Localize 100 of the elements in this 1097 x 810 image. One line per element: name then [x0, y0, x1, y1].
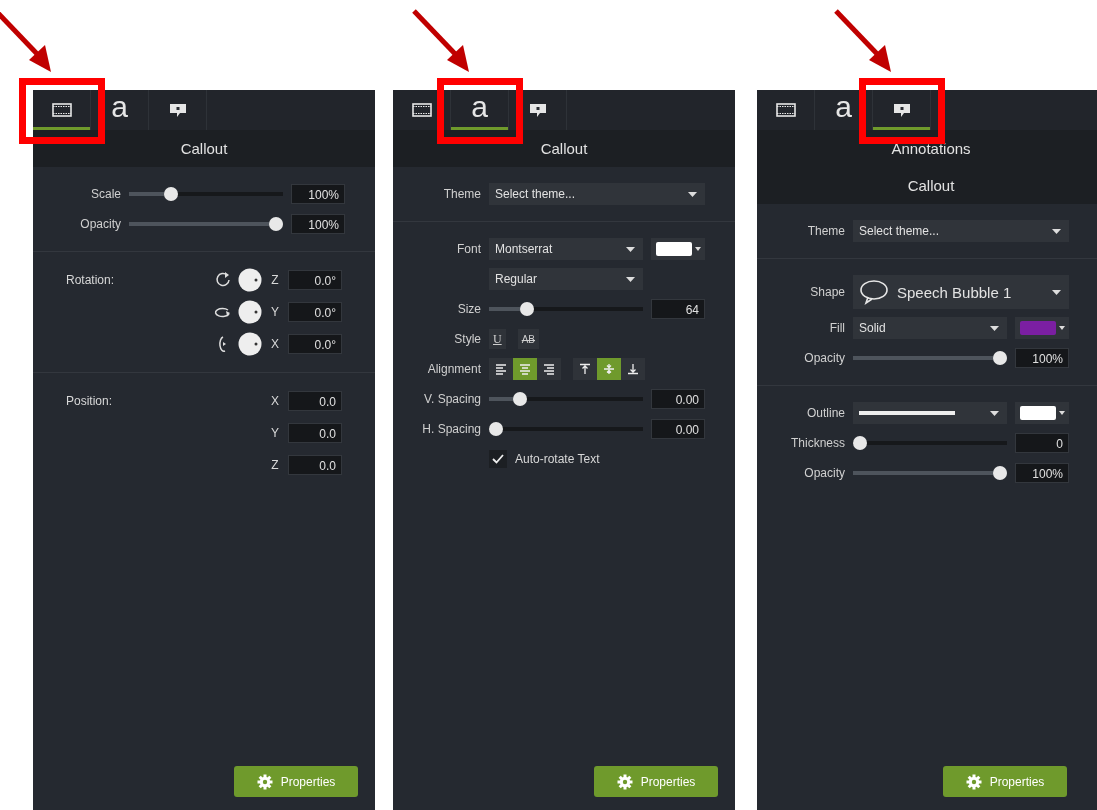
value-field[interactable]: 100% [1015, 348, 1069, 368]
field-label: Outline [805, 406, 845, 420]
axis-label: Y [270, 426, 280, 440]
field-label: Theme [806, 224, 845, 238]
line-style-dropdown[interactable] [853, 402, 1007, 424]
axis-label: X [270, 337, 280, 351]
slider-thumb[interactable] [519, 302, 534, 316]
value-field[interactable]: 0.0° [288, 302, 342, 322]
value-field[interactable]: 0.00 [651, 389, 705, 409]
caret-icon [990, 325, 999, 331]
slider-thumb[interactable] [853, 436, 867, 450]
gear-icon [256, 773, 273, 790]
gear-icon [616, 773, 633, 790]
caret-icon [626, 276, 635, 282]
align-center-icon [519, 363, 531, 375]
dropdown[interactable]: Regular [489, 268, 643, 290]
slider[interactable] [129, 187, 283, 201]
caret-icon [694, 247, 701, 251]
field-label: V. Spacing [423, 392, 481, 406]
rotation-dial[interactable] [238, 332, 262, 356]
field-label: Opacity [803, 466, 845, 480]
checkbox[interactable] [489, 450, 507, 468]
field-label: Size [456, 302, 481, 316]
speech-bubble-icon [167, 102, 188, 118]
panel-title: Annotations [890, 140, 972, 157]
axis-label: X [270, 394, 280, 408]
slider-thumb[interactable] [269, 217, 283, 231]
dropdown[interactable]: Solid [853, 317, 1007, 339]
slider[interactable] [489, 392, 643, 406]
value-field[interactable]: 0.00 [651, 419, 705, 439]
value-field[interactable]: 0.0 [288, 391, 342, 411]
field-label: Style [453, 332, 481, 346]
film-strip-icon [51, 103, 72, 117]
panel-tab[interactable] [873, 90, 931, 130]
caret-icon [1052, 289, 1061, 295]
align-left-icon [495, 363, 507, 375]
panel-title: Callout [906, 177, 956, 194]
field-label: H. Spacing [421, 422, 481, 436]
film-strip-icon [411, 103, 432, 117]
value-field[interactable]: 0.0° [288, 270, 342, 290]
slider-thumb[interactable] [489, 422, 503, 436]
field-label: Fill [828, 321, 845, 335]
align-bottom-icon [627, 363, 639, 375]
caret-icon [688, 191, 697, 197]
value-field[interactable]: 0.0 [288, 455, 342, 475]
slider-thumb[interactable] [512, 392, 527, 406]
slider-thumb[interactable] [993, 351, 1007, 365]
slider[interactable] [853, 436, 1007, 450]
value-field[interactable]: 100% [1015, 463, 1069, 483]
dropdown[interactable]: Select theme... [853, 220, 1069, 242]
shape-dropdown[interactable]: Speech Bubble 1 [853, 275, 1069, 309]
speech-bubble-icon [859, 279, 889, 305]
dropdown[interactable]: Select theme... [489, 183, 705, 205]
field-label: Scale [89, 187, 121, 201]
align-right-icon [543, 363, 555, 375]
slider[interactable] [489, 302, 643, 316]
field-label: Theme [442, 187, 481, 201]
field-label: Font [456, 242, 481, 256]
color-picker[interactable] [1015, 317, 1069, 339]
field-label: Thickness [789, 436, 845, 450]
slider[interactable] [489, 422, 643, 436]
value-field[interactable]: 100% [291, 214, 345, 234]
axis-label: Y [270, 305, 280, 319]
caret-icon [1058, 411, 1065, 415]
value-field[interactable]: 100% [291, 184, 345, 204]
panel-tab[interactable]: a [451, 90, 509, 130]
slider-thumb[interactable] [993, 466, 1007, 480]
color-picker[interactable] [651, 238, 705, 260]
group-label: Rotation: [66, 273, 116, 287]
caret-icon [626, 246, 635, 252]
slider[interactable] [129, 217, 283, 231]
value-field[interactable]: 0.0° [288, 334, 342, 354]
slider[interactable] [853, 351, 1007, 365]
field-label: Opacity [803, 351, 845, 365]
panel-tab[interactable] [33, 90, 91, 130]
align-top-icon [579, 363, 591, 375]
dropdown[interactable]: Montserrat [489, 238, 643, 260]
field-label: Shape [809, 285, 845, 299]
text-style-button[interactable]: AB [517, 329, 539, 349]
slider[interactable] [853, 466, 1007, 480]
value-field[interactable]: 0 [1015, 433, 1069, 453]
checkbox-label: Auto-rotate Text [515, 452, 600, 466]
caret-icon [1058, 326, 1065, 330]
field-label: Alignment [426, 362, 481, 376]
value-field[interactable]: 0.0 [288, 423, 342, 443]
film-strip-icon [775, 103, 796, 117]
align-middle-icon [603, 363, 615, 375]
speech-bubble-icon [891, 102, 912, 118]
value-field[interactable]: 64 [651, 299, 705, 319]
text-style-button[interactable]: U [489, 329, 506, 349]
caret-icon [1052, 228, 1061, 234]
group-label: Position: [66, 394, 114, 408]
rotation-dial[interactable] [238, 268, 262, 292]
slider-thumb[interactable] [164, 187, 178, 201]
color-picker[interactable] [1015, 402, 1069, 424]
panel-title: Callout [539, 140, 589, 157]
rotation-dial[interactable] [238, 300, 262, 324]
gear-icon [965, 773, 982, 790]
caret-icon [990, 410, 999, 416]
speech-bubble-icon [527, 102, 548, 118]
